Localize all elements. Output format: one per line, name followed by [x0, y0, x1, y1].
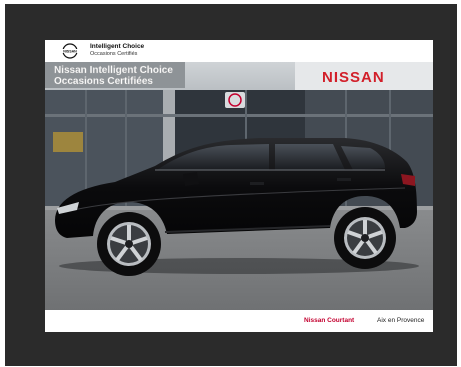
dealer-name: Nissan Courtant — [304, 317, 355, 324]
sign-line-2: Occasions Certifiées — [54, 76, 153, 87]
front-wheel-icon — [97, 212, 161, 276]
sign-line-1: Nissan Intelligent Choice — [54, 65, 173, 76]
sign-brand-text: NISSAN — [322, 69, 385, 86]
rear-wheel-icon — [334, 207, 396, 269]
nissan-logo-icon: NISSAN — [60, 43, 80, 59]
footer-bar: Nissan Courtant Aix en Provence — [45, 310, 433, 332]
header-bar: NISSAN Intelligent Choice Occasions Cert… — [45, 40, 433, 62]
car-photo: Nissan Intelligent Choice Occasions Cert… — [45, 62, 433, 310]
brand-subtitle: Occasions Certifiés — [90, 51, 138, 57]
svg-text:NISSAN: NISSAN — [63, 50, 77, 54]
brand-title: Intelligent Choice — [90, 43, 145, 50]
listing-photo-card[interactable]: NISSAN Intelligent Choice Occasions Cert… — [45, 40, 433, 332]
dealer-city: Aix en Provence — [377, 317, 425, 324]
